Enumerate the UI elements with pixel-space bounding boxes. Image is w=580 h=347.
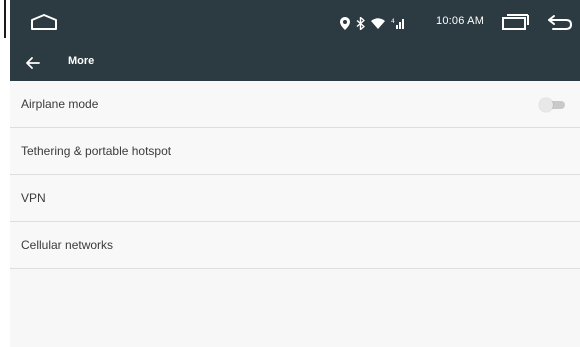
app-bar: More [10, 45, 580, 81]
page-title: More [68, 55, 95, 67]
setting-label: Cellular networks [21, 238, 114, 252]
setting-label: VPN [21, 191, 46, 205]
setting-cellular-networks[interactable]: Cellular networks [10, 222, 580, 269]
status-icons: 4 [340, 14, 407, 32]
left-edge [0, 0, 10, 347]
edge-mark [4, 0, 6, 38]
location-icon [340, 16, 350, 30]
arrow-left-icon[interactable] [22, 52, 44, 74]
back-icon[interactable] [544, 12, 576, 34]
setting-tethering-hotspot[interactable]: Tethering & portable hotspot [10, 128, 580, 175]
airplane-mode-toggle[interactable] [539, 98, 569, 112]
status-time: 10:06 AM [436, 15, 485, 27]
setting-label: Airplane mode [21, 97, 99, 111]
home-icon[interactable] [28, 12, 60, 34]
setting-vpn[interactable]: VPN [10, 175, 580, 222]
setting-airplane-mode[interactable]: Airplane mode [10, 81, 580, 128]
status-bar: 4 10:06 AM [10, 0, 580, 45]
bluetooth-icon [356, 16, 365, 30]
settings-screen: 4 10:06 AM More Airplane mode Tethering … [0, 0, 580, 347]
wifi-icon [371, 17, 385, 29]
svg-text:4: 4 [391, 18, 395, 25]
setting-label: Tethering & portable hotspot [21, 144, 172, 158]
cellular-signal-icon: 4 [391, 17, 407, 30]
settings-list: Airplane mode Tethering & portable hotsp… [10, 81, 580, 269]
toggle-thumb [539, 98, 553, 112]
recents-icon[interactable] [500, 13, 530, 33]
